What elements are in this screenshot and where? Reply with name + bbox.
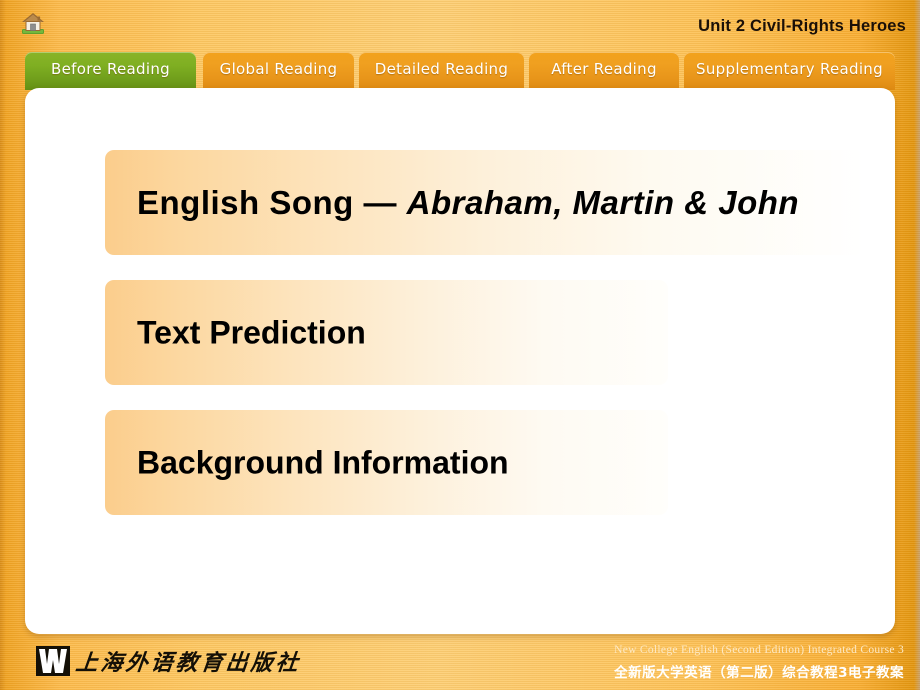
tab-after-reading[interactable]: After Reading	[529, 52, 679, 90]
publisher-name: 上海外语教育出版社	[74, 651, 303, 676]
tab-label: Supplementary Reading	[696, 60, 883, 78]
tab-label: Detailed Reading	[374, 60, 509, 78]
tab-label: Global Reading	[219, 60, 338, 78]
page-title: Unit 2 Civil-Rights Heroes	[698, 17, 906, 35]
menu-button-label-prefix: English Song —	[137, 183, 407, 221]
menu-button-label-prefix: Background Information	[137, 444, 509, 480]
course-title-english: New College English (Second Edition) Int…	[614, 644, 904, 656]
slide-canvas: Unit 2 Civil-Rights Heroes Before Readin…	[0, 0, 920, 690]
publisher-logo: 上海外语教育出版社	[36, 645, 303, 677]
w-logo-icon	[36, 646, 70, 676]
menu-button-text-prediction[interactable]: Text Prediction	[105, 280, 668, 385]
menu-button-background-information[interactable]: Background Information	[105, 410, 668, 515]
footer-bar: 上海外语教育出版社 New College English (Second Ed…	[0, 634, 920, 690]
menu-button-label: Background Information	[137, 444, 509, 481]
menu-button-label: Text Prediction	[137, 314, 366, 351]
menu-button-english-song[interactable]: English Song — Abraham, Martin & John	[105, 150, 865, 255]
tab-bar: Before Reading Global Reading Detailed R…	[0, 52, 920, 90]
tab-before-reading[interactable]: Before Reading	[25, 52, 196, 90]
content-panel: English Song — Abraham, Martin & John Te…	[25, 88, 895, 634]
tab-label: Before Reading	[51, 60, 170, 78]
menu-button-label-emphasis: Abraham, Martin & John	[406, 183, 800, 221]
tab-global-reading[interactable]: Global Reading	[203, 52, 354, 90]
home-icon-svg	[22, 13, 44, 34]
menu-button-label: English Song — Abraham, Martin & John	[137, 184, 799, 222]
course-title-chinese: 全新版大学英语（第二版）综合教程3电子教案	[614, 665, 904, 681]
tab-label: After Reading	[551, 60, 657, 78]
header-bar: Unit 2 Civil-Rights Heroes	[0, 0, 920, 50]
tab-supplementary-reading[interactable]: Supplementary Reading	[684, 52, 895, 90]
home-icon[interactable]	[20, 10, 46, 36]
menu-button-label-prefix: Text Prediction	[137, 314, 366, 350]
tab-detailed-reading[interactable]: Detailed Reading	[359, 52, 524, 90]
